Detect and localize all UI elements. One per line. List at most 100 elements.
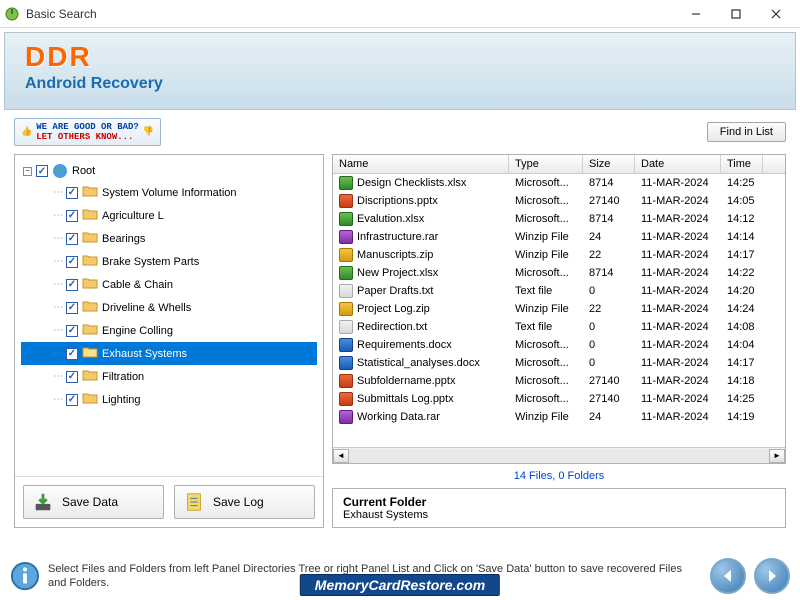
- file-row[interactable]: Manuscripts.zipWinzip File2211-MAR-20241…: [333, 246, 785, 264]
- tree-item[interactable]: ⋯Cable & Chain: [21, 273, 317, 296]
- horizontal-scrollbar[interactable]: ◄ ►: [333, 447, 785, 463]
- file-type: Winzip File: [509, 303, 583, 315]
- tree-item-label: Engine Colling: [102, 325, 173, 337]
- file-row[interactable]: Working Data.rarWinzip File2411-MAR-2024…: [333, 408, 785, 426]
- file-type-icon: [339, 410, 353, 424]
- col-type[interactable]: Type: [509, 155, 583, 173]
- maximize-button[interactable]: [716, 0, 756, 28]
- file-date: 11-MAR-2024: [635, 357, 721, 369]
- checkbox[interactable]: [66, 348, 78, 360]
- col-time[interactable]: Time: [721, 155, 763, 173]
- file-list-body[interactable]: Design Checklists.xlsx Microsoft... 8714 11…: [333, 174, 785, 447]
- file-size: 22: [583, 249, 635, 261]
- col-date[interactable]: Date: [635, 155, 721, 173]
- checkbox[interactable]: [66, 210, 78, 222]
- file-date: 11-MAR-2024: [635, 213, 721, 225]
- folder-icon: [82, 207, 98, 224]
- expand-toggle[interactable]: −: [23, 167, 32, 176]
- save-data-button[interactable]: Save Data: [23, 485, 164, 519]
- save-data-label: Save Data: [62, 495, 118, 509]
- tree-item[interactable]: ⋯Brake System Parts: [21, 250, 317, 273]
- file-time: 14:18: [721, 375, 763, 387]
- checkbox[interactable]: [66, 325, 78, 337]
- scroll-right-arrow[interactable]: ►: [769, 449, 785, 463]
- file-time: 14:08: [721, 321, 763, 333]
- tree-root[interactable]: − Root: [21, 161, 317, 181]
- file-row[interactable]: New Project.xlsxMicrosoft...871411-MAR-2…: [333, 264, 785, 282]
- file-size: 0: [583, 357, 635, 369]
- tree-item[interactable]: ⋯Filtration: [21, 365, 317, 388]
- file-size: 8714: [583, 177, 635, 189]
- col-size[interactable]: Size: [583, 155, 635, 173]
- tree-item[interactable]: ⋯Lighting: [21, 388, 317, 411]
- tree-item[interactable]: ⋯ Bearings: [21, 227, 317, 250]
- tree-item-label: Cable & Chain: [102, 279, 173, 291]
- folder-icon: [82, 299, 98, 316]
- tree-item[interactable]: ⋯Driveline & Whells: [21, 296, 317, 319]
- folder-icon: [82, 230, 98, 247]
- current-folder-label: Current Folder: [343, 495, 775, 509]
- tree-item-label: Brake System Parts: [102, 256, 199, 268]
- file-type: Microsoft...: [509, 213, 583, 225]
- save-log-icon: [183, 491, 205, 513]
- scroll-left-arrow[interactable]: ◄: [333, 449, 349, 463]
- file-size: 22: [583, 303, 635, 315]
- prev-button[interactable]: [710, 558, 746, 594]
- file-row[interactable]: Submittals Log.pptxMicrosoft...2714011-M…: [333, 390, 785, 408]
- file-row[interactable]: Statistical_analyses.docxMicrosoft...011…: [333, 354, 785, 372]
- find-in-list-button[interactable]: Find in List: [707, 122, 786, 142]
- tree-item[interactable]: ⋯Agriculture L: [21, 204, 317, 227]
- tree-item[interactable]: ⋯Exhaust Systems: [21, 342, 317, 365]
- file-name: Design Checklists.xlsx: [357, 177, 466, 189]
- thumbs-down-icon: 👎: [143, 127, 154, 137]
- file-time: 14:24: [721, 303, 763, 315]
- brand-subtitle: Android Recovery: [25, 75, 775, 93]
- minimize-button[interactable]: [676, 0, 716, 28]
- watermark: MemoryCardRestore.com: [300, 574, 500, 596]
- checkbox[interactable]: [66, 187, 78, 199]
- checkbox[interactable]: [66, 302, 78, 314]
- next-button[interactable]: [754, 558, 790, 594]
- file-time: 14:12: [721, 213, 763, 225]
- feedback-badge[interactable]: 👍 WE ARE GOOD OR BAD? LET OTHERS KNOW...…: [14, 118, 161, 146]
- file-row[interactable]: Infrastructure.rarWinzip File2411-MAR-20…: [333, 228, 785, 246]
- tree-item-label: Filtration: [102, 371, 144, 383]
- file-time: 14:20: [721, 285, 763, 297]
- file-row[interactable]: Design Checklists.xlsxMicrosoft...871411…: [333, 174, 785, 192]
- checkbox[interactable]: [36, 165, 48, 177]
- file-date: 11-MAR-2024: [635, 393, 721, 405]
- checkbox[interactable]: [66, 394, 78, 406]
- folder-icon: [82, 368, 98, 385]
- current-folder-value: Exhaust Systems: [343, 509, 775, 521]
- file-time: 14:17: [721, 249, 763, 261]
- file-row[interactable]: Paper Drafts.txtText file011-MAR-202414:…: [333, 282, 785, 300]
- tree-item-label: Exhaust Systems: [102, 348, 187, 360]
- close-button[interactable]: [756, 0, 796, 28]
- tree-connector: ⋯: [53, 187, 62, 198]
- brand-logo: DDR: [25, 41, 775, 73]
- file-row[interactable]: Redirection.txtText file011-MAR-202414:0…: [333, 318, 785, 336]
- save-log-button[interactable]: Save Log: [174, 485, 315, 519]
- tree-item[interactable]: ⋯Engine Colling: [21, 319, 317, 342]
- file-type-icon: [339, 266, 353, 280]
- directory-tree[interactable]: − Root ⋯ System Volume Information ⋯Agricu…: [15, 155, 323, 476]
- file-row[interactable]: Project Log.zipWinzip File2211-MAR-20241…: [333, 300, 785, 318]
- file-row[interactable]: Evalution.xlsxMicrosoft...871411-MAR-202…: [333, 210, 785, 228]
- file-time: 14:05: [721, 195, 763, 207]
- checkbox[interactable]: [66, 256, 78, 268]
- checkbox[interactable]: [66, 233, 78, 245]
- file-row[interactable]: Requirements.docxMicrosoft...011-MAR-202…: [333, 336, 785, 354]
- tree-item[interactable]: ⋯ System Volume Information: [21, 181, 317, 204]
- app-icon: [4, 6, 20, 22]
- info-icon: [10, 561, 40, 591]
- file-type: Microsoft...: [509, 357, 583, 369]
- checkbox[interactable]: [66, 371, 78, 383]
- file-row[interactable]: Discriptions.pptxMicrosoft...2714011-MAR…: [333, 192, 785, 210]
- file-row[interactable]: Subfoldername.pptxMicrosoft...2714011-MA…: [333, 372, 785, 390]
- col-name[interactable]: Name: [333, 155, 509, 173]
- tree-connector: ⋯: [53, 233, 62, 244]
- checkbox[interactable]: [66, 279, 78, 291]
- file-type-icon: [339, 374, 353, 388]
- tree-item-label: Bearings: [102, 233, 145, 245]
- tree-item-label: System Volume Information: [102, 187, 237, 199]
